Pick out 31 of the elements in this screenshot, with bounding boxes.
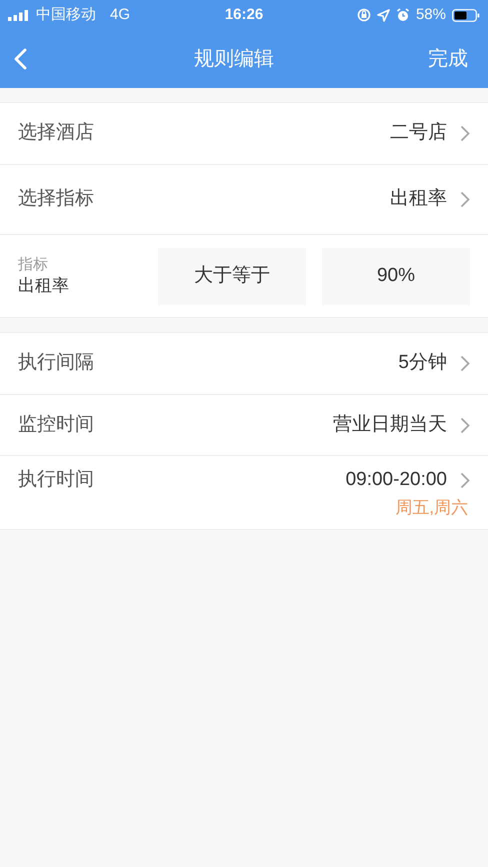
value-selector[interactable]: 出租率 (390, 185, 470, 214)
operator-selector[interactable]: 大于等于 (158, 248, 306, 304)
threshold-field[interactable]: 90% (322, 248, 470, 304)
value-selector[interactable]: 5分钟 (398, 349, 470, 378)
chevron-icon (460, 472, 470, 489)
network-type: 4G (110, 4, 130, 25)
chevron-icon (460, 416, 470, 434)
row-label: 选择酒店 (18, 121, 94, 146)
metric-name: 出租率 (18, 275, 70, 297)
chevron-icon (460, 355, 470, 372)
rotation-lock-icon (356, 8, 371, 22)
chevron-icon (460, 125, 470, 142)
value-selector[interactable]: 营业日期当天 (333, 410, 470, 440)
alarm-icon (396, 8, 410, 22)
signal-icon (8, 10, 30, 20)
row-label: 执行间隔 (18, 351, 94, 376)
carrier-name: 中国移动 (36, 4, 96, 25)
chevron-icon (460, 191, 470, 208)
row-label: 执行时间 (18, 468, 94, 492)
value-selector[interactable]: 09:00-20:00 (346, 466, 470, 494)
back-icon (14, 48, 27, 70)
row-label: 选择指标 (18, 187, 94, 212)
row-label: 监控时间 (18, 412, 94, 437)
schedule-days: 周五,周六 (395, 494, 468, 520)
value-selector[interactable]: 二号店 (390, 119, 470, 148)
metric-caption: 指标 (18, 255, 49, 275)
page-title: 规则编辑 (194, 47, 274, 72)
status-time: 16:26 (224, 4, 264, 25)
location-icon (376, 8, 390, 22)
battery-icon (452, 8, 480, 22)
battery-percent: 58% (416, 4, 446, 25)
